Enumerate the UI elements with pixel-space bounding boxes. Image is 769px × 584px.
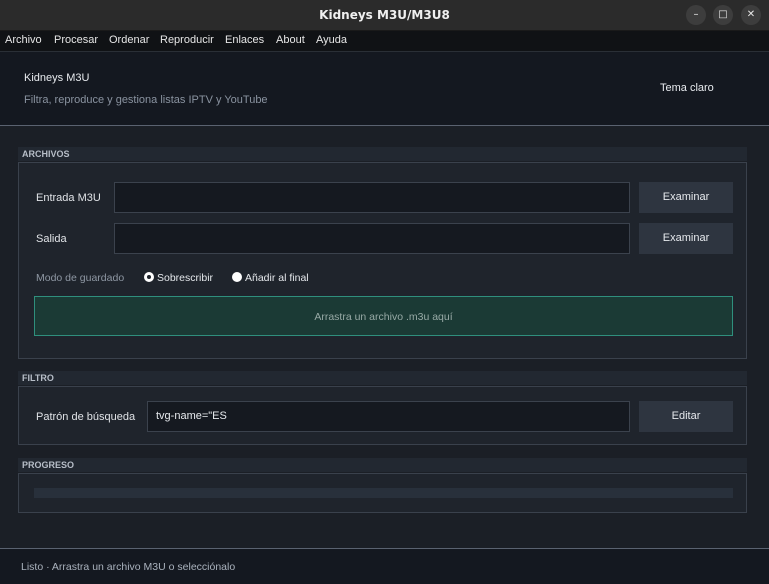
archivos-group: Entrada M3U Examinar Salida Examinar Mod…: [18, 162, 747, 359]
radio-selected-icon: [144, 272, 154, 282]
minimize-icon[interactable]: –: [686, 5, 706, 25]
input-label: Entrada M3U: [36, 192, 101, 204]
status-text: Listo · Arrastra un archivo M3U o selecc…: [21, 561, 236, 573]
input-m3u-field[interactable]: [114, 182, 630, 213]
app-header: Kidneys M3U Filtra, reproduce y gestiona…: [0, 52, 769, 126]
file-dropzone[interactable]: Arrastra un archivo .m3u aquí: [34, 296, 733, 336]
menu-about[interactable]: About: [276, 34, 305, 46]
menu-reproducir[interactable]: Reproducir: [160, 34, 214, 46]
pattern-input[interactable]: tvg-name="ES: [147, 401, 630, 432]
output-label: Salida: [36, 233, 67, 245]
browse-input-button[interactable]: Examinar: [639, 182, 733, 213]
theme-toggle-button[interactable]: Tema claro: [660, 82, 714, 94]
edit-pattern-button[interactable]: Editar: [639, 401, 733, 432]
radio-unselected-icon: [232, 272, 242, 282]
menu-bar: Archivo Procesar Ordenar Reproducir Enla…: [0, 31, 769, 52]
menu-archivo[interactable]: Archivo: [5, 34, 42, 46]
maximize-icon[interactable]: □: [713, 5, 733, 25]
progreso-group: [18, 473, 747, 513]
section-title-filtro: FILTRO: [18, 371, 747, 385]
progress-bar: [34, 488, 733, 498]
section-title-archivos: ARCHIVOS: [18, 147, 747, 161]
app-name: Kidneys M3U: [24, 72, 90, 84]
save-mode-label: Modo de guardado: [36, 272, 125, 284]
radio-anadir[interactable]: Añadir al final: [232, 272, 309, 284]
radio-sobrescribir[interactable]: Sobrescribir: [144, 272, 213, 284]
menu-procesar[interactable]: Procesar: [54, 34, 98, 46]
menu-ordenar[interactable]: Ordenar: [109, 34, 149, 46]
menu-ayuda[interactable]: Ayuda: [316, 34, 347, 46]
window-title: Kidneys M3U/M3U8: [319, 8, 450, 22]
pattern-label: Patrón de búsqueda: [36, 411, 136, 423]
app-subtitle: Filtra, reproduce y gestiona listas IPTV…: [24, 94, 268, 106]
close-icon[interactable]: ✕: [741, 5, 761, 25]
filtro-group: Patrón de búsqueda tvg-name="ES Editar: [18, 386, 747, 445]
browse-output-button[interactable]: Examinar: [639, 223, 733, 254]
section-title-progreso: PROGRESO: [18, 458, 747, 472]
radio-sobrescribir-label: Sobrescribir: [157, 272, 214, 284]
radio-anadir-label: Añadir al final: [245, 272, 309, 284]
menu-enlaces[interactable]: Enlaces: [225, 34, 264, 46]
status-bar: Listo · Arrastra un archivo M3U o selecc…: [0, 548, 769, 584]
title-bar: Kidneys M3U/M3U8 – □ ✕: [0, 0, 769, 31]
output-field[interactable]: [114, 223, 630, 254]
